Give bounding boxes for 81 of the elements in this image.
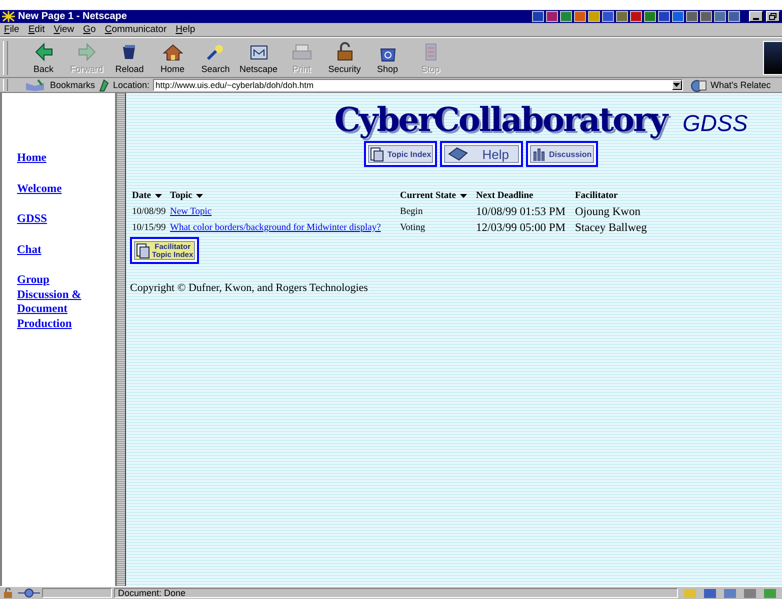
facilitator-cell: Stacey Ballweg [575, 222, 647, 234]
bookmarks-button[interactable]: Bookmarks [25, 79, 96, 91]
forward-arrow-icon [76, 42, 98, 62]
column-header[interactable]: Facilitator [575, 191, 618, 201]
tray-icon[interactable] [672, 11, 684, 22]
sort-icon[interactable] [196, 194, 204, 198]
state-cell: Voting [400, 223, 426, 233]
sidebar-link[interactable]: Home [17, 151, 97, 166]
document-icon [136, 242, 150, 258]
restore-button[interactable] [766, 11, 780, 22]
progress-indicator [42, 588, 112, 598]
book-icon [448, 147, 468, 161]
toolbar-button[interactable]: Home [151, 40, 194, 76]
tray-icon[interactable] [658, 11, 670, 22]
date-cell: 10/08/99 [132, 207, 166, 217]
nav-button[interactable]: Help [440, 141, 523, 167]
nav-button[interactable]: Discussion [526, 141, 598, 167]
location-label: Location: [113, 80, 150, 90]
sort-icon[interactable] [460, 194, 468, 198]
minimize-button[interactable] [749, 11, 763, 22]
back-arrow-icon [32, 42, 54, 62]
caret-icon [673, 83, 680, 87]
toolbar-button[interactable]: Reload [108, 40, 151, 76]
document-icon [370, 146, 384, 162]
status-text: Document: Done [114, 588, 678, 598]
restore-icon [769, 13, 777, 20]
state-cell: Begin [400, 207, 423, 217]
facilitator-cell: Ojoung Kwon [575, 206, 640, 218]
column-header[interactable]: Date [132, 191, 151, 201]
url-field[interactable]: http://www.uis.edu/~cyberlab/doh/doh.htm [152, 79, 683, 91]
dropdown-button[interactable] [672, 80, 682, 90]
whats-related-button[interactable]: What's Relatec [690, 78, 771, 92]
tray-icon[interactable] [644, 11, 656, 22]
menu-item[interactable]: Go [83, 24, 96, 35]
deadline-cell: 10/08/99 01:53 PM [476, 206, 566, 218]
tray-icon[interactable] [630, 11, 642, 22]
frame-border[interactable] [115, 93, 126, 586]
site-logo: CyberCollaboratory [334, 99, 667, 141]
tray-icon[interactable] [532, 11, 544, 22]
toolbar-button[interactable]: Search [194, 40, 237, 76]
menu-item[interactable]: Edit [28, 24, 45, 35]
tray-icon[interactable] [560, 11, 572, 22]
topic-link[interactable]: New Topic [170, 207, 212, 217]
copyright-text: Copyright © Dufner, Kwon, and Rogers Technologies [130, 282, 369, 294]
sidebar-link[interactable]: GDSS [17, 212, 97, 226]
site-subtitle: GDSS [682, 110, 748, 137]
sort-icon[interactable] [155, 194, 162, 198]
menu-item[interactable]: File [4, 24, 20, 35]
bookmarks-icon [25, 79, 47, 91]
toolbar-button[interactable]: Netscape [237, 40, 280, 76]
deadline-cell: 12/03/99 05:00 PM [476, 222, 566, 234]
sidebar-link[interactable]: Welcome [17, 182, 97, 196]
tray-icon[interactable] [616, 11, 628, 22]
toolbar-button[interactable]: Security [323, 40, 366, 76]
tray-icon[interactable] [686, 11, 698, 22]
nav-button[interactable]: Topic Index [364, 141, 438, 167]
menu-item[interactable]: Help [176, 24, 196, 35]
sidebar-link[interactable]: Chat [17, 242, 97, 257]
tray-icon[interactable] [574, 11, 586, 22]
menu-item[interactable]: View [54, 24, 74, 35]
column-header[interactable]: Next Deadline [476, 191, 534, 201]
globe-icon [690, 78, 708, 92]
app-icon [2, 11, 15, 22]
tray-icon[interactable] [546, 11, 558, 22]
topic-link[interactable]: What color borders/background for Midwinter display? [170, 223, 381, 233]
window-title: New Page 1 - Netscape [18, 11, 128, 22]
column-header[interactable]: Current State [400, 191, 456, 201]
tray-icon[interactable] [714, 11, 726, 22]
column-header[interactable]: Topic [170, 191, 192, 201]
sidebar-link[interactable]: Group Discussion & Document Production [17, 273, 97, 331]
tray-icon[interactable] [728, 11, 740, 22]
printer-icon [290, 42, 312, 62]
menu-item[interactable]: Communicator [104, 24, 167, 35]
date-cell: 10/15/99 [132, 223, 166, 233]
toolbar-button[interactable]: Shop [366, 40, 409, 76]
connection-icon [18, 588, 40, 598]
tray-icon[interactable] [700, 11, 712, 22]
toolbar-button[interactable]: Back [22, 40, 65, 76]
house-icon [162, 42, 184, 62]
columns-icon [532, 146, 546, 162]
tray-icon[interactable] [602, 11, 614, 22]
